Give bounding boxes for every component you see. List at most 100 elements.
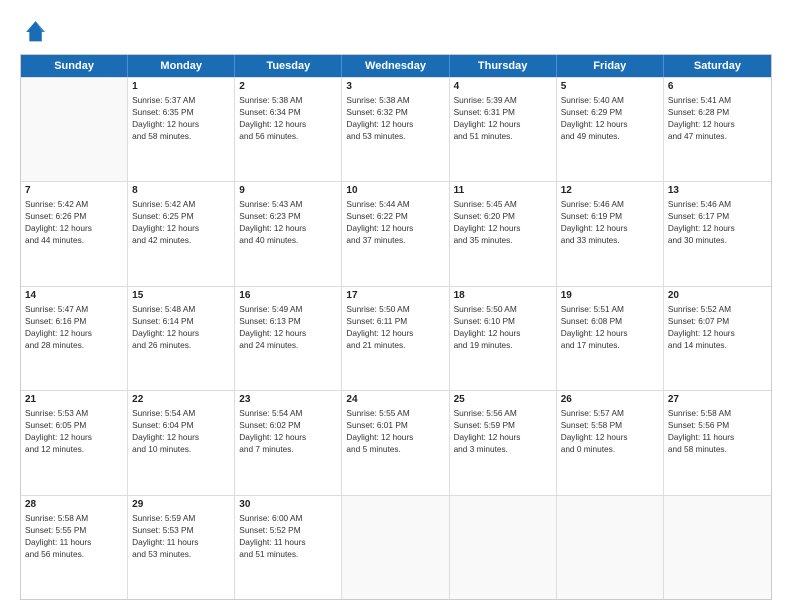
- cell-line: Sunrise: 5:54 AM: [239, 407, 337, 419]
- cell-line: and 5 minutes.: [346, 443, 444, 455]
- cell-line: Sunrise: 5:50 AM: [454, 303, 552, 315]
- cell-line: Sunrise: 5:44 AM: [346, 198, 444, 210]
- calendar-header: SundayMondayTuesdayWednesdayThursdayFrid…: [21, 55, 771, 77]
- cell-line: Sunset: 6:17 PM: [668, 210, 767, 222]
- cell-line: Sunset: 6:13 PM: [239, 315, 337, 327]
- calendar-cell: [342, 496, 449, 599]
- weekday-header-friday: Friday: [557, 55, 664, 77]
- cell-line: and 37 minutes.: [346, 234, 444, 246]
- calendar-cell: 24Sunrise: 5:55 AMSunset: 6:01 PMDayligh…: [342, 391, 449, 494]
- day-number: 15: [132, 290, 230, 301]
- calendar-cell: 5Sunrise: 5:40 AMSunset: 6:29 PMDaylight…: [557, 78, 664, 181]
- cell-line: and 42 minutes.: [132, 234, 230, 246]
- cell-line: Daylight: 12 hours: [239, 222, 337, 234]
- cell-line: Sunrise: 6:00 AM: [239, 512, 337, 524]
- cell-line: and 49 minutes.: [561, 130, 659, 142]
- day-number: 8: [132, 185, 230, 196]
- calendar-cell: 29Sunrise: 5:59 AMSunset: 5:53 PMDayligh…: [128, 496, 235, 599]
- day-number: 27: [668, 394, 767, 405]
- calendar-cell: 9Sunrise: 5:43 AMSunset: 6:23 PMDaylight…: [235, 182, 342, 285]
- day-number: 10: [346, 185, 444, 196]
- cell-line: Daylight: 11 hours: [132, 536, 230, 548]
- calendar-cell: 6Sunrise: 5:41 AMSunset: 6:28 PMDaylight…: [664, 78, 771, 181]
- day-number: 16: [239, 290, 337, 301]
- calendar-cell: 2Sunrise: 5:38 AMSunset: 6:34 PMDaylight…: [235, 78, 342, 181]
- calendar-cell: 8Sunrise: 5:42 AMSunset: 6:25 PMDaylight…: [128, 182, 235, 285]
- calendar-row-0: 1Sunrise: 5:37 AMSunset: 6:35 PMDaylight…: [21, 77, 771, 181]
- cell-line: Daylight: 12 hours: [132, 327, 230, 339]
- cell-line: Daylight: 12 hours: [561, 327, 659, 339]
- calendar-cell: 12Sunrise: 5:46 AMSunset: 6:19 PMDayligh…: [557, 182, 664, 285]
- day-number: 25: [454, 394, 552, 405]
- cell-line: Sunrise: 5:49 AM: [239, 303, 337, 315]
- cell-line: Daylight: 12 hours: [132, 222, 230, 234]
- day-number: 29: [132, 499, 230, 510]
- weekday-header-monday: Monday: [128, 55, 235, 77]
- cell-line: Sunset: 5:55 PM: [25, 524, 123, 536]
- day-number: 11: [454, 185, 552, 196]
- cell-line: Sunset: 6:32 PM: [346, 106, 444, 118]
- cell-line: Sunset: 6:22 PM: [346, 210, 444, 222]
- cell-line: and 12 minutes.: [25, 443, 123, 455]
- calendar-cell: 11Sunrise: 5:45 AMSunset: 6:20 PMDayligh…: [450, 182, 557, 285]
- calendar-cell: 7Sunrise: 5:42 AMSunset: 6:26 PMDaylight…: [21, 182, 128, 285]
- cell-line: and 53 minutes.: [346, 130, 444, 142]
- cell-line: and 10 minutes.: [132, 443, 230, 455]
- weekday-header-saturday: Saturday: [664, 55, 771, 77]
- cell-line: Sunrise: 5:43 AM: [239, 198, 337, 210]
- cell-line: Sunrise: 5:38 AM: [239, 94, 337, 106]
- calendar-row-2: 14Sunrise: 5:47 AMSunset: 6:16 PMDayligh…: [21, 286, 771, 390]
- cell-line: Daylight: 12 hours: [132, 431, 230, 443]
- calendar-cell: 10Sunrise: 5:44 AMSunset: 6:22 PMDayligh…: [342, 182, 449, 285]
- calendar-cell: 4Sunrise: 5:39 AMSunset: 6:31 PMDaylight…: [450, 78, 557, 181]
- cell-line: and 33 minutes.: [561, 234, 659, 246]
- calendar-cell: 23Sunrise: 5:54 AMSunset: 6:02 PMDayligh…: [235, 391, 342, 494]
- cell-line: and 26 minutes.: [132, 339, 230, 351]
- cell-line: and 53 minutes.: [132, 548, 230, 560]
- cell-line: Sunset: 6:05 PM: [25, 419, 123, 431]
- day-number: 12: [561, 185, 659, 196]
- day-number: 1: [132, 81, 230, 92]
- cell-line: Sunrise: 5:45 AM: [454, 198, 552, 210]
- day-number: 26: [561, 394, 659, 405]
- day-number: 14: [25, 290, 123, 301]
- cell-line: Daylight: 12 hours: [25, 431, 123, 443]
- cell-line: Sunset: 6:29 PM: [561, 106, 659, 118]
- calendar-cell: 20Sunrise: 5:52 AMSunset: 6:07 PMDayligh…: [664, 287, 771, 390]
- cell-line: Daylight: 12 hours: [454, 327, 552, 339]
- calendar-cell: 22Sunrise: 5:54 AMSunset: 6:04 PMDayligh…: [128, 391, 235, 494]
- calendar-cell: 3Sunrise: 5:38 AMSunset: 6:32 PMDaylight…: [342, 78, 449, 181]
- cell-line: Sunset: 6:01 PM: [346, 419, 444, 431]
- cell-line: Sunrise: 5:58 AM: [25, 512, 123, 524]
- day-number: 2: [239, 81, 337, 92]
- cell-line: Sunrise: 5:41 AM: [668, 94, 767, 106]
- calendar-cell: 16Sunrise: 5:49 AMSunset: 6:13 PMDayligh…: [235, 287, 342, 390]
- day-number: 18: [454, 290, 552, 301]
- cell-line: Sunrise: 5:54 AM: [132, 407, 230, 419]
- cell-line: Daylight: 12 hours: [561, 431, 659, 443]
- calendar-cell: [664, 496, 771, 599]
- cell-line: and 30 minutes.: [668, 234, 767, 246]
- cell-line: Sunset: 6:23 PM: [239, 210, 337, 222]
- cell-line: Sunrise: 5:58 AM: [668, 407, 767, 419]
- cell-line: Sunrise: 5:52 AM: [668, 303, 767, 315]
- cell-line: Sunrise: 5:51 AM: [561, 303, 659, 315]
- cell-line: Sunset: 6:35 PM: [132, 106, 230, 118]
- cell-line: Daylight: 12 hours: [25, 327, 123, 339]
- cell-line: Daylight: 12 hours: [239, 118, 337, 130]
- calendar-cell: 15Sunrise: 5:48 AMSunset: 6:14 PMDayligh…: [128, 287, 235, 390]
- cell-line: Sunrise: 5:46 AM: [561, 198, 659, 210]
- cell-line: Sunrise: 5:56 AM: [454, 407, 552, 419]
- cell-line: and 14 minutes.: [668, 339, 767, 351]
- cell-line: Sunset: 6:02 PM: [239, 419, 337, 431]
- cell-line: and 7 minutes.: [239, 443, 337, 455]
- cell-line: Sunset: 5:59 PM: [454, 419, 552, 431]
- cell-line: Sunrise: 5:59 AM: [132, 512, 230, 524]
- cell-line: and 19 minutes.: [454, 339, 552, 351]
- calendar-cell: 18Sunrise: 5:50 AMSunset: 6:10 PMDayligh…: [450, 287, 557, 390]
- cell-line: Sunrise: 5:57 AM: [561, 407, 659, 419]
- cell-line: and 51 minutes.: [239, 548, 337, 560]
- header: [20, 18, 772, 46]
- cell-line: Sunrise: 5:42 AM: [132, 198, 230, 210]
- cell-line: Daylight: 12 hours: [132, 118, 230, 130]
